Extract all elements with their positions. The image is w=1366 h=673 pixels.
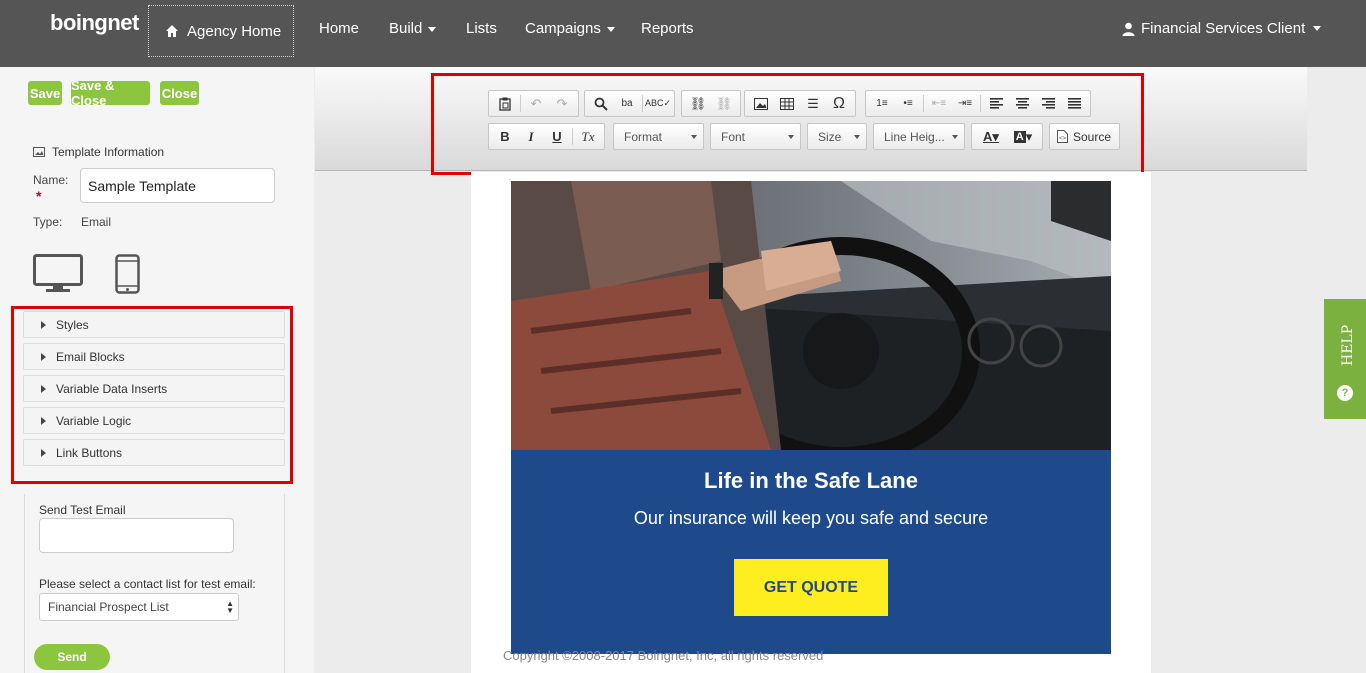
- agency-home-label: Agency Home: [187, 22, 282, 40]
- image-icon: [33, 147, 45, 157]
- template-name-input[interactable]: Sample Template: [80, 168, 275, 203]
- accordion-link-buttons[interactable]: Link Buttons: [23, 439, 285, 466]
- save-close-button[interactable]: Save & Close: [71, 78, 150, 108]
- nav-campaigns[interactable]: Campaigns: [525, 20, 615, 37]
- user-icon: [1122, 22, 1135, 36]
- caret-right-icon: [41, 320, 46, 329]
- template-info-heading: Template Information: [33, 145, 164, 159]
- hero-image[interactable]: [511, 181, 1111, 450]
- send-button[interactable]: Send: [34, 644, 110, 670]
- user-menu[interactable]: Financial Services Client: [1122, 20, 1322, 37]
- chevron-down-icon: [1313, 26, 1322, 31]
- contact-list-select[interactable]: Financial Prospect List ▲ ▼: [39, 593, 239, 621]
- caret-right-icon: [41, 448, 46, 457]
- select-arrows-icon: ▲ ▼: [226, 599, 234, 615]
- nav-lists[interactable]: Lists: [466, 20, 497, 37]
- send-test-label: Send Test Email: [39, 503, 126, 517]
- help-icon: ?: [1337, 385, 1353, 401]
- accordion-styles[interactable]: Styles: [23, 311, 285, 338]
- type-value: Email: [81, 215, 112, 229]
- chevron-down-icon: [606, 26, 615, 32]
- nav-home[interactable]: Home: [319, 20, 359, 37]
- type-label: Type:: [33, 215, 63, 229]
- mobile-view-icon[interactable]: [115, 254, 140, 299]
- accordion-variable-logic[interactable]: Variable Logic: [23, 407, 285, 434]
- top-navbar: boingnet Agency Home Home Build Lists Ca…: [0, 0, 1366, 67]
- nav-build[interactable]: Build: [389, 20, 437, 37]
- get-quote-button[interactable]: GET QUOTE: [734, 559, 888, 616]
- copyright-text: Copyright ©2008-2017 Boingnet, Inc, all …: [503, 648, 824, 663]
- email-headline[interactable]: Life in the Safe Lane: [511, 468, 1111, 494]
- desktop-view-icon[interactable]: [33, 254, 83, 299]
- nav-reports[interactable]: Reports: [641, 20, 694, 37]
- test-email-input[interactable]: [39, 518, 234, 553]
- caret-right-icon: [41, 384, 46, 393]
- agency-home-button[interactable]: Agency Home: [148, 5, 294, 57]
- home-icon: [166, 25, 178, 37]
- user-name: Financial Services Client: [1141, 20, 1306, 37]
- close-button[interactable]: Close: [160, 81, 199, 105]
- accordion-email-blocks[interactable]: Email Blocks: [23, 343, 285, 370]
- contact-list-label: Please select a contact list for test em…: [39, 577, 256, 591]
- help-label: HELP: [1340, 324, 1356, 366]
- save-button[interactable]: Save: [28, 81, 62, 105]
- required-asterisk: *: [36, 188, 42, 204]
- caret-right-icon: [41, 416, 46, 425]
- caret-right-icon: [41, 352, 46, 361]
- name-label: Name:: [33, 173, 69, 187]
- chevron-down-icon: [428, 26, 437, 32]
- toolbar-highlight: [431, 73, 1144, 175]
- logo[interactable]: boingnet: [50, 10, 139, 36]
- accordion-variable-data-inserts[interactable]: Variable Data Inserts: [23, 375, 285, 402]
- email-subheadline[interactable]: Our insurance will keep you safe and sec…: [511, 508, 1111, 529]
